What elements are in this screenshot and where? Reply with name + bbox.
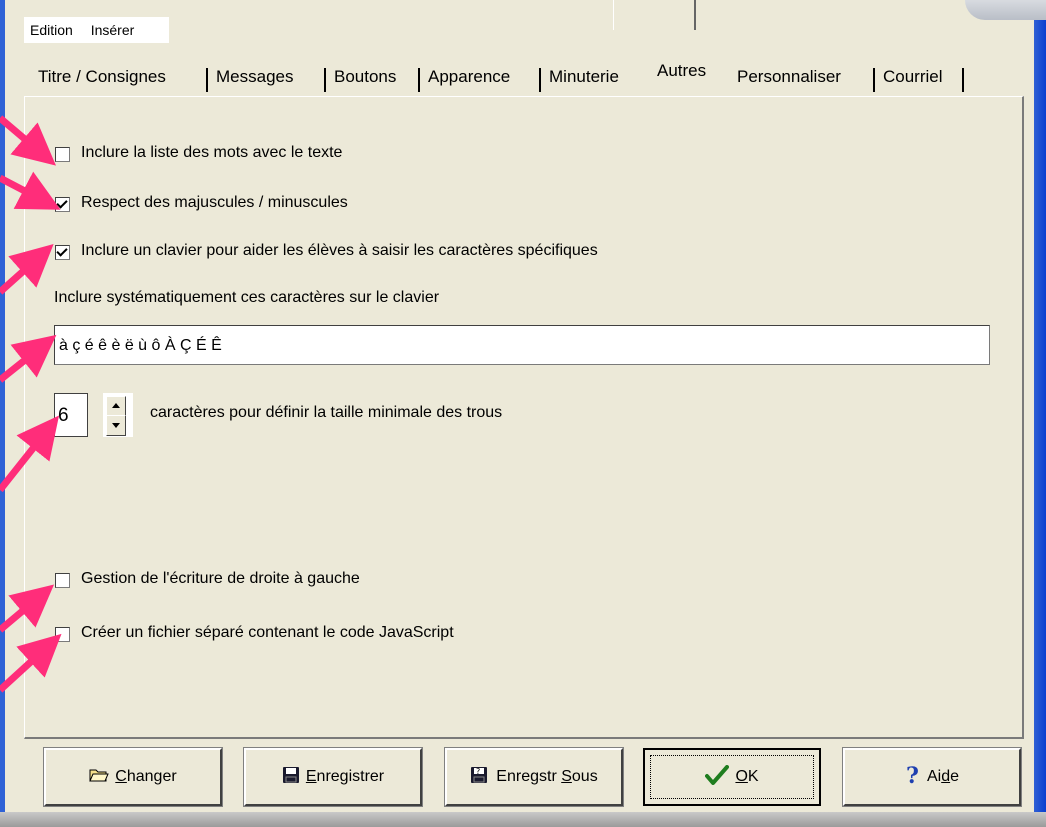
help-button-label-pre: Ai [926,768,942,785]
keyboard-chars-label: Inclure systématiquement ces caractères … [54,289,440,306]
tab-separator [324,68,326,92]
tab-apparence[interactable]: Apparence [424,62,514,92]
separate-js-label: Créer un fichier séparé contenant le cod… [81,624,454,641]
desktop-background-fragment [965,0,1046,20]
rtl-label: Gestion de l'écriture de droite à gauche [81,570,360,587]
change-button-label: hanger [126,768,177,785]
floppy-disk-icon [282,766,300,789]
save-as-icon: ? [470,766,490,789]
window-border-left [0,0,5,827]
folder-open-icon [89,767,110,788]
spin-down-button[interactable] [106,415,126,436]
menu-edition[interactable]: Edition [30,22,73,38]
svg-text:?: ? [906,765,919,785]
tab-messages[interactable]: Messages [212,62,297,92]
word-list-checkbox[interactable] [55,147,70,162]
save-as-button-label-pre: Enregstr [496,768,562,785]
case-sensitive-label: Respect des majuscules / minuscules [81,194,348,211]
tab-separator [418,68,420,92]
help-button-label: e [950,768,960,785]
focus-rectangle [650,755,814,799]
help-question-icon: ? [905,763,921,790]
save-button-mnemonic: E [305,768,317,785]
tab-boutons[interactable]: Boutons [330,62,400,92]
tab-separator [873,68,875,92]
gap-size-spinner [103,393,133,437]
menu-inserer[interactable]: Insérer [91,22,135,38]
separate-js-checkbox[interactable] [55,627,70,642]
bottom-strip [0,812,1046,827]
tab-minuterie[interactable]: Minuterie [545,62,623,92]
gap-size-input[interactable]: 6 [54,393,88,437]
tab-separator [539,68,541,92]
menu-bar: Edition Insérer [24,17,169,43]
word-list-label: Inclure la liste des mots avec le texte [81,144,343,161]
ok-button[interactable]: OK [643,748,821,806]
tab-courriel[interactable]: Courriel [879,62,947,92]
help-button[interactable]: ? Aide [842,747,1022,807]
window-border-right [1034,0,1046,827]
tab-separator [962,68,964,92]
keyboard-label: Inclure un clavier pour aider les élèves… [81,242,598,259]
help-button-mnemonic: d [941,768,951,785]
tab-autres[interactable]: Autres [653,56,710,86]
case-sensitive-checkbox[interactable] [55,197,70,212]
svg-text:?: ? [476,767,480,776]
tab-separator [206,68,208,92]
rtl-checkbox[interactable] [55,573,70,588]
save-button-label: nregistrer [316,768,385,785]
gap-size-label: caractères pour définir la taille minima… [150,404,503,421]
tab-titre-consignes[interactable]: Titre / Consignes [34,62,170,92]
keyboard-checkbox[interactable] [55,245,70,260]
spin-up-button[interactable] [106,396,126,417]
active-tab-frame [613,0,696,30]
save-as-button[interactable]: ? Enregstr Sous [444,747,624,807]
change-button-mnemonic: C [115,768,127,785]
tab-personnaliser[interactable]: Personnaliser [733,62,845,92]
change-button[interactable]: Changer [43,747,223,807]
dialog-window: Edition Insérer Titre / Consignes Messag… [0,0,1046,827]
save-as-button-label: ous [571,768,598,785]
keyboard-chars-input[interactable]: à ç é ê è ë ù ô À Ç É Ê [54,325,990,365]
save-as-button-mnemonic: S [561,768,572,785]
save-button[interactable]: Enregistrer [243,747,423,807]
